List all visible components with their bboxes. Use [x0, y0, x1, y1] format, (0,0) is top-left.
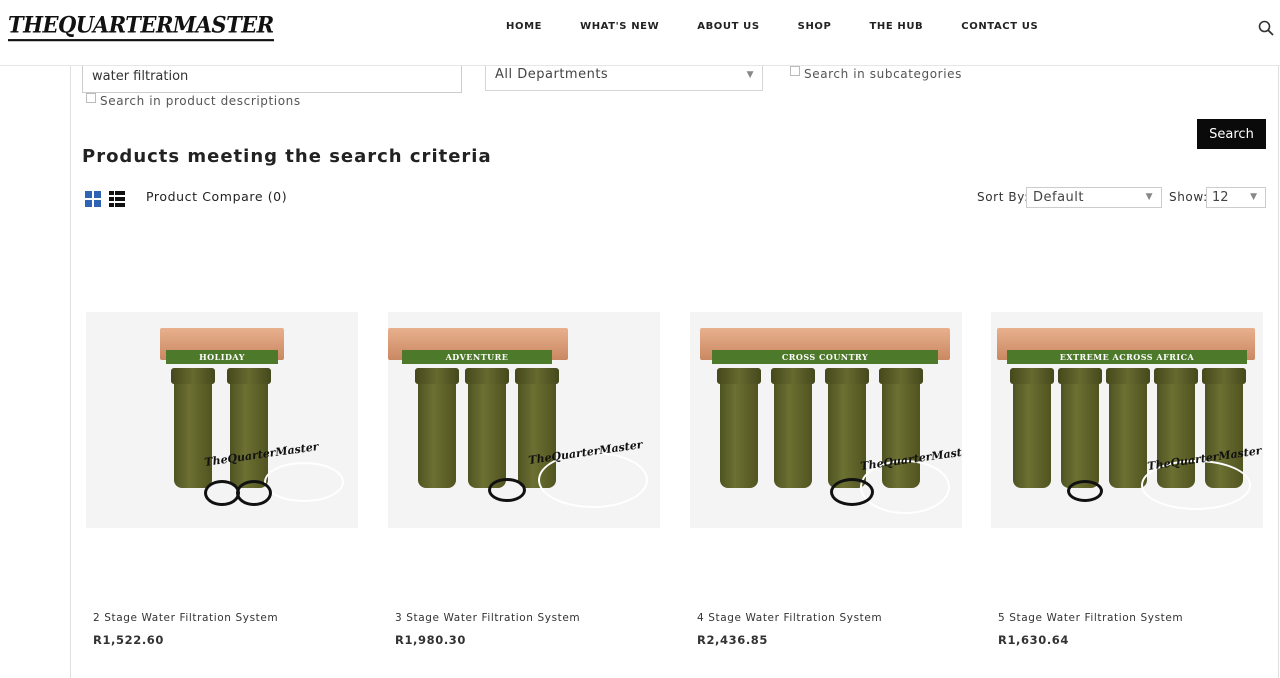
product-brand-label: HOLIDAY	[166, 350, 278, 364]
product-brand-label: CROSS COUNTRY	[712, 350, 938, 364]
search-button[interactable]: Search	[1197, 119, 1266, 149]
product-image[interactable]: HOLIDAY TheQuarterMaster	[86, 312, 358, 528]
subcategories-option[interactable]: Search in subcategories	[790, 66, 962, 81]
descriptions-checkbox[interactable]	[86, 93, 96, 103]
product-image[interactable]: ADVENTURE TheQuarterMaster	[388, 312, 660, 528]
show-select-value: 12	[1212, 190, 1229, 205]
nav-the-hub[interactable]: THE HUB	[850, 21, 942, 32]
subcategories-label: Search in subcategories	[804, 67, 962, 81]
nav-home[interactable]: HOME	[487, 21, 561, 32]
nav-about-us[interactable]: ABOUT US	[678, 21, 778, 32]
sort-label: Sort By:	[977, 190, 1029, 204]
product-name[interactable]: 5 Stage Water Filtration System	[998, 612, 1183, 624]
product-name[interactable]: 3 Stage Water Filtration System	[395, 612, 580, 624]
nav-shop[interactable]: SHOP	[779, 21, 851, 32]
product-price: R1,630.64	[998, 633, 1070, 647]
nav-whats-new[interactable]: WHAT'S NEW	[561, 21, 678, 32]
show-label: Show:	[1169, 190, 1208, 204]
product-name[interactable]: 2 Stage Water Filtration System	[93, 612, 278, 624]
department-select-value: All Departments	[495, 67, 609, 82]
nav-contact-us[interactable]: CONTACT US	[942, 21, 1057, 32]
product-card: ADVENTURE TheQuarterMaster 3 Stage Water…	[388, 312, 660, 647]
product-price: R1,980.30	[395, 633, 467, 647]
show-select[interactable]: 12 ▼	[1206, 187, 1266, 208]
product-card: HOLIDAY TheQuarterMaster 2 Stage Water F…	[86, 312, 358, 647]
sort-select[interactable]: Default ▼	[1026, 187, 1162, 208]
product-image[interactable]: CROSS COUNTRY TheQuarterMaster	[690, 312, 962, 528]
chevron-down-icon: ▼	[1145, 192, 1153, 202]
chevron-down-icon: ▼	[1250, 192, 1257, 202]
list-view-icon[interactable]	[109, 191, 125, 207]
product-compare-link[interactable]: Product Compare (0)	[146, 189, 287, 204]
product-name[interactable]: 4 Stage Water Filtration System	[697, 612, 882, 624]
product-image[interactable]: EXTREME ACROSS AFRICA TheQuarterMaster	[991, 312, 1263, 528]
product-price: R1,522.60	[93, 633, 165, 647]
product-brand-label: ADVENTURE	[402, 350, 552, 364]
descriptions-label: Search in product descriptions	[100, 94, 301, 108]
sort-select-value: Default	[1033, 190, 1084, 205]
site-header: TheQuarterMaster HOME WHAT'S NEW ABOUT U…	[0, 0, 1280, 66]
grid-view-icon[interactable]	[85, 191, 101, 207]
subcategories-checkbox[interactable]	[790, 66, 800, 76]
product-card: CROSS COUNTRY TheQuarterMaster 4 Stage W…	[690, 312, 962, 647]
product-price: R2,436.85	[697, 633, 769, 647]
descriptions-option[interactable]: Search in product descriptions	[86, 93, 301, 108]
main-nav: HOME WHAT'S NEW ABOUT US SHOP THE HUB CO…	[487, 21, 1057, 32]
product-brand-label: EXTREME ACROSS AFRICA	[1007, 350, 1247, 364]
results-title: Products meeting the search criteria	[82, 146, 492, 167]
site-logo[interactable]: TheQuarterMaster	[8, 11, 274, 42]
product-card: EXTREME ACROSS AFRICA TheQuarterMaster 5…	[991, 312, 1263, 647]
search-icon[interactable]	[1258, 20, 1274, 36]
